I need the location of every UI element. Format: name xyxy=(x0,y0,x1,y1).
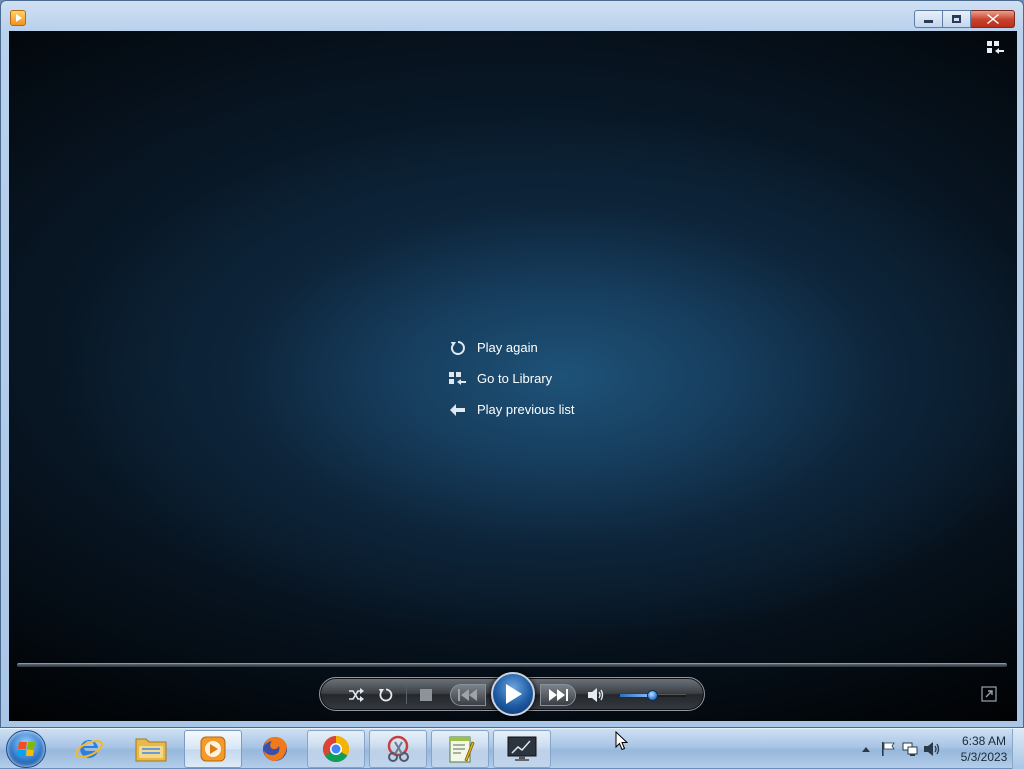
clock-time: 6:38 AM xyxy=(961,734,1007,748)
go-to-library-label: Go to Library xyxy=(477,371,553,386)
shuffle-icon xyxy=(349,688,364,702)
speaker-icon xyxy=(924,742,940,756)
chevron-up-icon xyxy=(862,747,870,752)
controls-divider xyxy=(406,686,407,704)
mouse-cursor-icon xyxy=(615,731,629,751)
play-previous-list-label: Play previous list xyxy=(477,402,575,417)
taskbar-item-windows-media-player[interactable] xyxy=(184,730,242,768)
taskbar: 6:38 AM 5/3/2023 xyxy=(0,728,1024,769)
notepad-icon xyxy=(449,736,475,763)
volume-slider[interactable] xyxy=(620,690,686,701)
taskbar-item-firefox[interactable] xyxy=(246,730,304,768)
taskbar-item-remote-desktop[interactable] xyxy=(493,730,551,768)
taskbar-item-snipping-tool[interactable] xyxy=(369,730,427,768)
shuffle-button[interactable] xyxy=(346,678,366,712)
firefox-icon xyxy=(263,737,287,761)
taskbar-item-chrome[interactable] xyxy=(307,730,365,768)
volume-thumb[interactable] xyxy=(647,690,658,701)
now-playing-area: Play again Go to Library Play previous l… xyxy=(9,31,1017,721)
notification-area: 6:38 AM 5/3/2023 xyxy=(834,729,1024,769)
library-icon xyxy=(449,370,467,388)
next-icon xyxy=(549,689,568,701)
network-icon xyxy=(902,742,918,756)
previous-icon xyxy=(458,689,477,701)
library-icon xyxy=(987,41,1004,54)
play-again-link[interactable]: Play again xyxy=(449,332,575,363)
taskbar-item-notepad-plus[interactable] xyxy=(431,730,489,768)
seek-bar[interactable] xyxy=(17,663,1007,667)
ie-icon xyxy=(75,739,103,759)
go-to-library-link[interactable]: Go to Library xyxy=(449,363,575,394)
maximize-icon xyxy=(952,15,961,23)
speaker-icon xyxy=(588,688,604,702)
repeat-icon xyxy=(379,688,393,702)
stop-button[interactable] xyxy=(416,678,436,712)
replay-icon xyxy=(449,339,467,357)
chrome-icon xyxy=(322,735,350,763)
end-of-playlist-menu: Play again Go to Library Play previous l… xyxy=(449,332,575,425)
play-again-label: Play again xyxy=(477,340,538,355)
minimize-icon xyxy=(924,20,933,23)
clock-date: 5/3/2023 xyxy=(960,750,1008,764)
play-button[interactable] xyxy=(491,672,535,716)
maximize-button[interactable] xyxy=(943,10,971,28)
action-center-button[interactable] xyxy=(880,741,896,757)
play-previous-list-link[interactable]: Play previous list xyxy=(449,394,575,425)
back-arrow-icon xyxy=(449,401,467,419)
taskbar-clock[interactable]: 6:38 AM 5/3/2023 xyxy=(954,733,1014,765)
network-button[interactable] xyxy=(902,741,918,757)
flag-icon xyxy=(882,742,895,756)
title-bar[interactable] xyxy=(1,1,1023,31)
close-icon xyxy=(986,14,999,24)
next-button[interactable] xyxy=(540,684,576,706)
scissors-icon xyxy=(387,735,409,762)
minimize-button[interactable] xyxy=(914,10,943,28)
stop-icon xyxy=(420,689,432,701)
media-player-window: Play again Go to Library Play previous l… xyxy=(0,0,1024,728)
start-button[interactable] xyxy=(6,730,46,768)
play-icon xyxy=(506,684,522,704)
mute-button[interactable] xyxy=(586,678,606,712)
switch-to-now-playing-button[interactable] xyxy=(981,686,997,702)
show-desktop-button[interactable] xyxy=(1012,729,1024,769)
playback-controls xyxy=(319,672,705,716)
folder-icon xyxy=(135,738,167,762)
show-hidden-icons-button[interactable] xyxy=(858,741,874,757)
media-player-icon xyxy=(200,736,226,762)
repeat-button[interactable] xyxy=(376,678,396,712)
previous-button[interactable] xyxy=(450,684,486,706)
taskbar-item-internet-explorer[interactable] xyxy=(60,730,118,768)
expand-icon xyxy=(981,686,997,702)
monitor-icon xyxy=(507,736,537,761)
windows-logo-icon xyxy=(17,742,35,756)
caption-buttons xyxy=(914,10,1015,28)
taskbar-item-windows-explorer[interactable] xyxy=(122,730,180,768)
close-button[interactable] xyxy=(971,10,1015,28)
switch-to-library-button[interactable] xyxy=(987,40,1005,54)
volume-tray-button[interactable] xyxy=(924,741,940,757)
media-player-icon[interactable] xyxy=(10,10,26,26)
